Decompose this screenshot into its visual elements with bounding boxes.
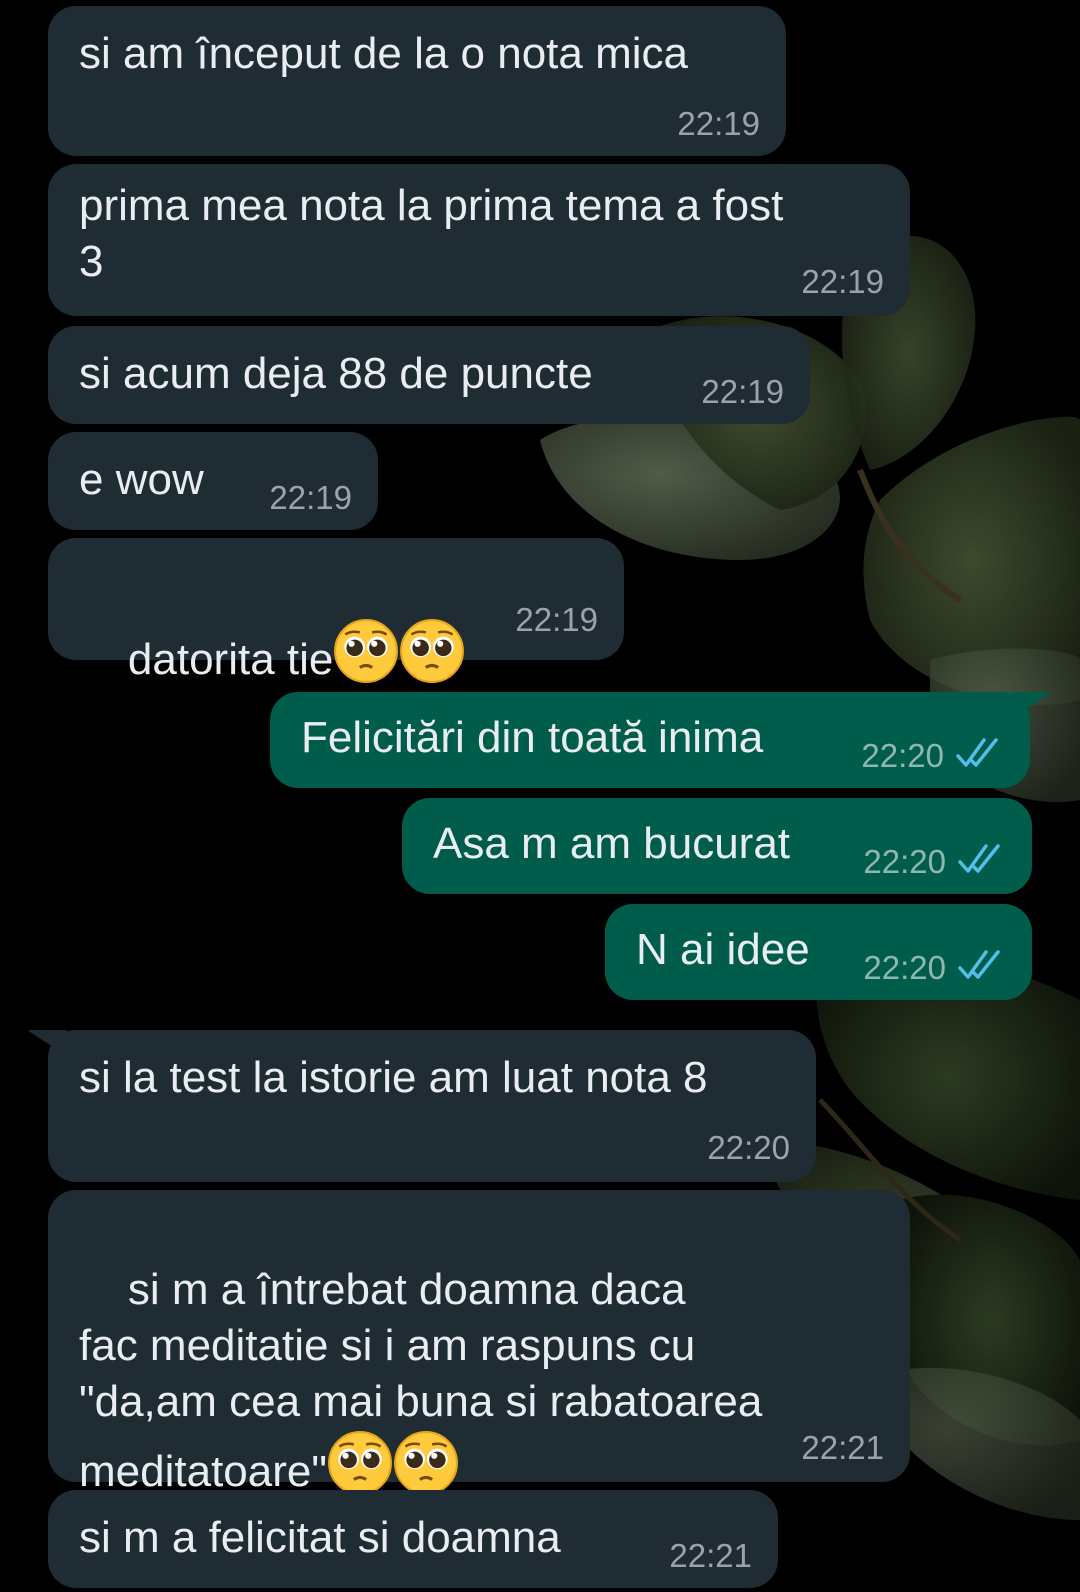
- message-text: si m a felicitat si doamna: [79, 1513, 561, 1562]
- message-text: si am început de la o nota mica: [79, 29, 688, 78]
- pleading-face-emoji: [394, 1431, 458, 1495]
- pleading-face-emoji: [334, 619, 399, 683]
- read-receipt-double-check-icon: [958, 844, 1000, 873]
- message-time: 22:19: [701, 373, 784, 410]
- message-bubble-incoming[interactable]: si la test la istorie am luat nota 8 22:…: [48, 1030, 816, 1182]
- message-bubble-incoming[interactable]: si m a întrebat doamna daca fac meditati…: [48, 1190, 910, 1496]
- message-text: prima mea nota la prima tema a fost 3: [79, 181, 784, 286]
- message-bubble-outgoing[interactable]: Asa m am bucurat 22:20: [402, 798, 1032, 894]
- message-bubble-incoming[interactable]: si am început de la o nota mica 22:19: [48, 6, 786, 156]
- message-time: 22:21: [669, 1537, 752, 1574]
- message-text: Felicitări din toată inima: [301, 713, 764, 762]
- message-time: 22:19: [801, 263, 884, 300]
- message-time: 22:20: [707, 1129, 790, 1166]
- message-time: 22:19: [677, 105, 760, 142]
- message-time: 22:20: [863, 949, 946, 986]
- message-bubble-outgoing[interactable]: N ai idee 22:20: [605, 904, 1032, 1000]
- message-bubble-outgoing[interactable]: Felicitări din toată inima 22:20: [270, 692, 1030, 788]
- message-text: N ai idee: [636, 925, 810, 974]
- message-text: Asa m am bucurat: [433, 819, 791, 868]
- message-time: 22:19: [515, 601, 598, 638]
- message-time: 22:20: [861, 737, 944, 774]
- message-text: si acum deja 88 de puncte: [79, 349, 593, 398]
- message-bubble-incoming[interactable]: prima mea nota la prima tema a fost 3 22…: [48, 164, 910, 316]
- read-receipt-double-check-icon: [956, 738, 998, 767]
- message-time: 22:19: [269, 479, 352, 516]
- pleading-face-emoji: [328, 1431, 392, 1495]
- message-bubble-incoming[interactable]: datorita tie 22:19: [48, 538, 624, 684]
- pleading-face-emoji: [400, 619, 465, 683]
- message-time: 22:21: [801, 1429, 884, 1466]
- read-receipt-double-check-icon: [958, 950, 1000, 979]
- message-text: si la test la istorie am luat nota 8: [79, 1053, 708, 1102]
- message-bubble-incoming[interactable]: si m a felicitat si doamna 22:21: [48, 1490, 778, 1588]
- message-bubble-incoming[interactable]: e wow 22:19: [48, 432, 378, 530]
- message-text: datorita tie: [127, 635, 334, 684]
- message-text: e wow: [79, 455, 204, 504]
- message-bubble-incoming[interactable]: si acum deja 88 de puncte 22:19: [48, 326, 810, 424]
- message-time: 22:20: [863, 843, 946, 880]
